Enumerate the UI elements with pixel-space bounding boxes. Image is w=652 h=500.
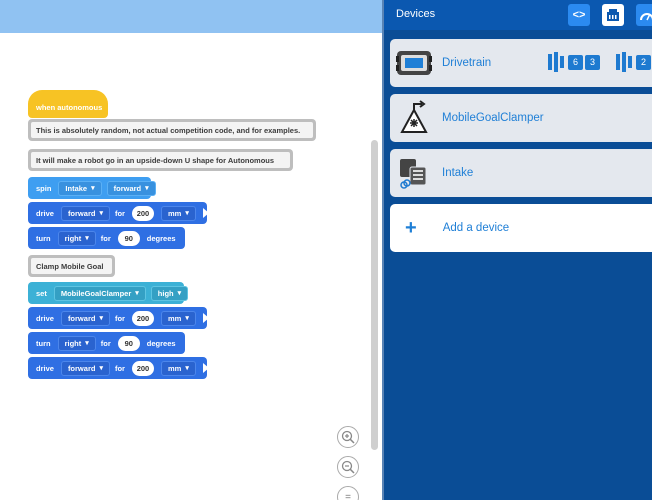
block-keyword: for [100,233,111,243]
comment-text[interactable]: This is absolutely random, not actual co… [31,122,313,138]
port-number: 6 [568,54,583,70]
unit-dropdown[interactable]: mm [160,205,196,221]
zoom-out-icon[interactable] [337,456,359,478]
block-keyword: turn [36,338,51,348]
pneumatic-icon [394,98,434,138]
code-icon[interactable]: <> [568,4,590,26]
port-badge: 2 [614,50,651,74]
zoom-in-icon[interactable] [337,426,359,448]
device-dropdown[interactable]: MobileGoalClamper [53,285,146,301]
run-block-icon[interactable] [184,233,191,243]
comment-text[interactable]: It will make a robot go in an upside-dow… [31,152,290,168]
unit-label: degrees [146,338,176,348]
drive-block[interactable]: drive forward for 200 mm [28,307,209,329]
devices-panel: Devices <> Drivetrain 6 3 2 MobileGoalCl… [382,0,652,500]
direction-dropdown[interactable]: forward [106,180,156,196]
comment-block[interactable]: This is absolutely random, not actual co… [28,119,316,141]
state-dropdown[interactable]: high [150,285,189,301]
panel-header: Devices <> [384,0,652,30]
comment-text[interactable]: Clamp Mobile Goal [31,258,112,274]
turn-block[interactable]: turn right for 90 degrees [28,227,191,249]
direction-dropdown[interactable]: right [57,230,96,246]
direction-dropdown[interactable]: forward [60,205,110,221]
block-keyword: for [114,313,125,323]
block-keyword: for [114,363,125,373]
spin-block[interactable]: spin Intake forward [28,177,156,199]
device-label: MobileGoalClamper [442,112,544,124]
unit-dropdown[interactable]: mm [160,360,196,376]
distance-input[interactable]: 200 [131,360,154,376]
add-device-button[interactable]: + Add a device [390,204,652,252]
drive-block[interactable]: drive forward for 200 mm [28,357,209,379]
blocks-workspace[interactable]: when autonomous This is absolutely rando… [0,0,382,500]
device-drivetrain[interactable]: Drivetrain 6 3 2 [390,39,652,87]
unit-dropdown[interactable]: mm [160,310,196,326]
run-block-icon[interactable] [202,313,209,323]
direction-dropdown[interactable]: forward [60,310,110,326]
motor-dropdown[interactable]: Intake [58,180,102,196]
comment-block[interactable]: It will make a robot go in an upside-dow… [28,149,293,171]
run-block-icon[interactable] [202,363,209,373]
angle-input[interactable]: 90 [117,230,140,246]
block-keyword: drive [36,313,54,323]
zoom-reset-icon[interactable]: = [337,486,359,500]
when-autonomous-hat-block[interactable]: when autonomous [28,90,108,118]
block-keyword: drive [36,208,54,218]
hat-label: when autonomous [36,102,103,112]
distance-input[interactable]: 200 [131,205,154,221]
port-badge: 6 3 [546,50,600,74]
unit-label: degrees [146,233,176,243]
block-keyword: for [100,338,111,348]
block-keyword: drive [36,363,54,373]
drivetrain-icon [394,43,434,83]
distance-input[interactable]: 200 [131,310,154,326]
plus-icon: + [405,216,417,239]
block-keyword: turn [36,233,51,243]
workspace-top-bar [0,0,382,33]
device-label: Drivetrain [442,57,492,69]
add-device-label: Add a device [442,222,510,234]
run-block-icon[interactable] [184,338,191,348]
block-keyword: spin [36,183,52,193]
motor-group-icon [394,153,434,193]
port-number: 3 [585,54,600,70]
panel-title: Devices [396,8,436,20]
set-block[interactable]: set MobileGoalClamper high [28,282,189,304]
comment-block[interactable]: Clamp Mobile Goal [28,255,115,277]
turn-block[interactable]: turn right for 90 degrees [28,332,191,354]
direction-dropdown[interactable]: forward [60,360,110,376]
brain-port-icon[interactable] [602,4,624,26]
direction-dropdown[interactable]: right [57,335,96,351]
run-block-icon[interactable] [202,208,209,218]
angle-input[interactable]: 90 [117,335,140,351]
device-label: Intake [442,167,474,179]
workspace-scrollbar[interactable] [371,140,378,450]
block-keyword: set [36,288,47,298]
device-mobilegoalclamper[interactable]: MobileGoalClamper [390,94,652,142]
port-number: 2 [636,54,651,70]
block-keyword: for [114,208,125,218]
drive-block[interactable]: drive forward for 200 mm [28,202,209,224]
device-intake[interactable]: Intake [390,149,652,197]
dashboard-icon[interactable] [636,4,652,26]
